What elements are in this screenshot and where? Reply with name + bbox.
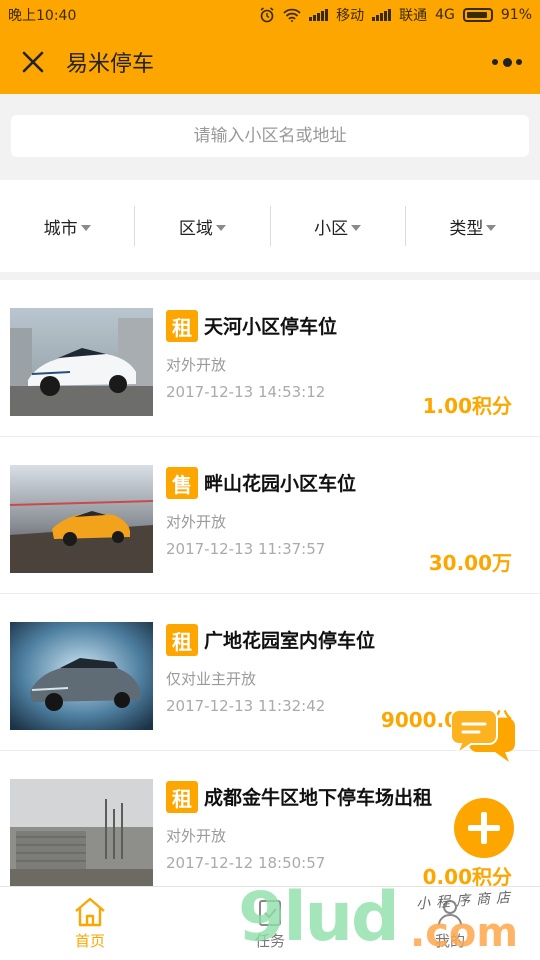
caret-down-icon (215, 224, 226, 231)
listing-tag-badge: 售 (166, 467, 198, 499)
caret-down-icon (80, 224, 91, 231)
listing-tag-badge: 租 (166, 781, 198, 813)
listing-thumbnail (10, 622, 153, 730)
nav-mine[interactable]: 我的 (360, 887, 540, 960)
nav-home[interactable]: 首页 (0, 887, 180, 960)
status-icons: 移动 联通 4G 91% (259, 5, 532, 25)
caret-down-icon (486, 224, 497, 231)
nav-label: 我的 (434, 931, 465, 950)
listing-item[interactable]: 售 畔山花园小区车位 对外开放 2017-12-13 11:37:57 30.0… (0, 437, 540, 594)
listing-list: 租 天河小区停车位 对外开放 2017-12-13 14:53:12 1.00积… (0, 280, 540, 886)
bottom-nav: 首页 任务 我的 (0, 886, 540, 960)
page-title: 易米停车 (66, 52, 155, 77)
carrier-1: 移动 (336, 8, 365, 24)
nav-label: 首页 (74, 931, 105, 950)
wifi-icon (283, 8, 301, 22)
listing-access: 对外开放 (166, 356, 227, 374)
listing-access: 仅对业主开放 (166, 670, 257, 688)
listing-access: 对外开放 (166, 827, 227, 845)
filter-label: 小区 (314, 218, 349, 239)
filter-district[interactable]: 区域 (135, 206, 271, 246)
filter-community[interactable]: 小区 (271, 206, 406, 246)
listing-title: 成都金牛区地下停车场出租 (204, 787, 433, 809)
status-bar: 晚上10:40 移动 联通 4G 91% (0, 0, 540, 30)
chat-button[interactable] (450, 708, 517, 766)
more-dot-icon (492, 59, 498, 65)
listing-price: 1.00积分 (422, 394, 512, 418)
user-icon (438, 899, 462, 925)
listing-date: 2017-12-13 11:32:42 (166, 697, 326, 715)
carrier-2: 联通 (399, 8, 428, 24)
listing-price: 30.00万 (428, 551, 512, 575)
nav-label: 任务 (254, 931, 285, 950)
listing-access: 对外开放 (166, 513, 227, 531)
battery-level: 91% (500, 7, 532, 23)
search-input[interactable] (11, 115, 529, 157)
alarm-icon (260, 7, 274, 23)
listing-tag-badge: 租 (166, 310, 198, 342)
caret-down-icon (351, 224, 362, 231)
listing-tag-badge: 租 (166, 624, 198, 656)
close-icon (22, 51, 44, 73)
close-button[interactable] (0, 30, 66, 94)
filter-type[interactable]: 类型 (406, 206, 540, 246)
listing-date: 2017-12-12 18:50:57 (166, 854, 326, 872)
status-time: 晚上10:40 (8, 8, 77, 24)
filter-label: 区域 (178, 218, 213, 239)
filter-bar: 城市 区域 小区 类型 (0, 180, 540, 272)
listing-price: 0.00积分 (422, 865, 512, 886)
listing-thumbnail (10, 308, 153, 416)
search-area (0, 94, 540, 180)
listing-thumbnail (10, 779, 153, 886)
task-icon (259, 899, 281, 926)
filter-label: 类型 (449, 218, 484, 239)
battery-icon (462, 8, 493, 22)
listing-item[interactable]: 租 天河小区停车位 对外开放 2017-12-13 14:53:12 1.00积… (0, 280, 540, 437)
network-type: 4G (435, 7, 455, 23)
home-icon (75, 897, 105, 926)
signal-icon (309, 9, 329, 21)
chat-bubbles-icon (450, 709, 515, 762)
add-listing-button[interactable] (454, 798, 514, 858)
listing-title: 天河小区停车位 (204, 316, 338, 338)
listing-date: 2017-12-13 14:53:12 (166, 383, 326, 401)
signal-icon-2 (372, 9, 392, 21)
listing-title: 畔山花园小区车位 (204, 473, 357, 495)
nav-task[interactable]: 任务 (180, 887, 360, 960)
listing-thumbnail (10, 465, 153, 573)
filter-label: 城市 (43, 218, 78, 239)
more-dot-center-icon (502, 57, 512, 67)
listing-date: 2017-12-13 11:37:57 (166, 540, 326, 558)
title-bar: 易米停车 (0, 30, 540, 94)
more-dot-icon (516, 59, 522, 65)
more-button[interactable] (492, 52, 522, 72)
listing-title: 广地花园室内停车位 (204, 630, 376, 652)
filter-city[interactable]: 城市 (0, 206, 136, 246)
